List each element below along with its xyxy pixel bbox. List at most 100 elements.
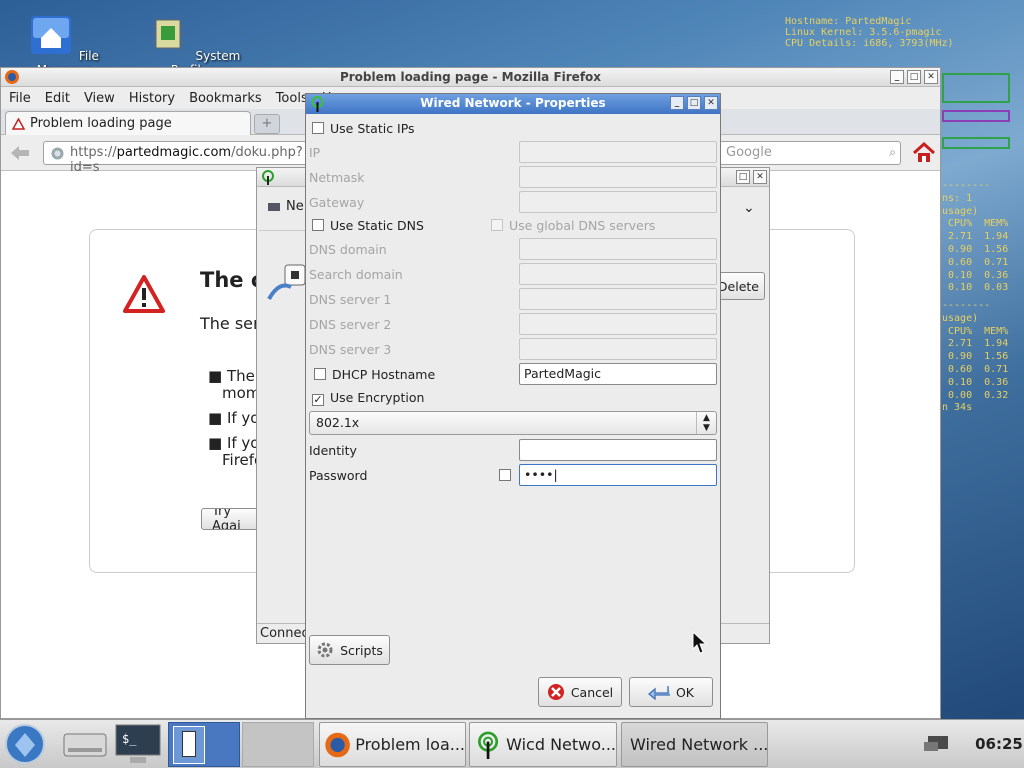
use-global-dns-label: Use global DNS servers <box>509 218 656 233</box>
delete-button[interactable]: Delete <box>718 272 765 300</box>
menu-file[interactable]: File <box>9 91 31 106</box>
start-menu-icon[interactable] <box>3 723 47 766</box>
updown-arrow-icon: ▲ ▼ <box>696 412 716 434</box>
use-encryption-checkbox[interactable]: ✓ Use Encryption <box>312 390 424 406</box>
maximize-icon[interactable]: □ <box>687 96 701 110</box>
status-text: Connec <box>260 626 309 641</box>
home-icon[interactable] <box>912 142 936 164</box>
conky-hostname: Hostname: PartedMagic <box>785 16 912 27</box>
network-label: Ne <box>286 199 304 214</box>
menu-bookmarks[interactable]: Bookmarks <box>189 91 262 106</box>
url-host: partedmagic.com <box>116 145 232 160</box>
workspace-2[interactable] <box>242 722 314 767</box>
search-domain-field[interactable] <box>519 263 717 285</box>
password-field[interactable]: ••••| <box>519 464 717 486</box>
menu-view[interactable]: View <box>84 91 115 106</box>
dns-server-3-label: DNS server 3 <box>309 342 392 357</box>
maximize-icon[interactable]: □ <box>907 70 921 84</box>
dns-server-2-field[interactable] <box>519 313 717 335</box>
identity-label: Identity <box>309 443 357 458</box>
close-icon[interactable]: ✕ <box>704 96 718 110</box>
use-global-dns-checkbox[interactable]: Use global DNS servers <box>491 218 655 233</box>
menu-edit[interactable]: Edit <box>45 91 70 106</box>
workspace-switcher[interactable] <box>168 722 240 767</box>
conky-kernel: Linux Kernel: 3.5.6-pmagic <box>785 27 942 38</box>
dialog-titlebar[interactable]: Wired Network - Properties _ □ ✕ <box>306 94 720 114</box>
tab-label: Problem loading page <box>30 116 172 131</box>
ok-button[interactable]: OK <box>629 677 713 707</box>
chip-icon <box>151 19 184 49</box>
try-again-button[interactable]: Try Agai <box>201 508 261 530</box>
dhcp-hostname-checkbox[interactable]: DHCP Hostname <box>314 367 435 382</box>
maximize-icon[interactable]: □ <box>736 170 750 184</box>
new-tab-button[interactable]: + <box>254 114 280 134</box>
checkbox-unchecked[interactable] <box>312 122 324 134</box>
dns-server-3-field[interactable] <box>519 338 717 360</box>
ip-field[interactable] <box>519 141 717 163</box>
firefox-titlebar[interactable]: Problem loading page - Mozilla Firefox _… <box>1 68 940 87</box>
task-label: Wicd Netwo... <box>506 735 616 754</box>
drive-icon[interactable] <box>62 728 108 760</box>
identity-field[interactable] <box>519 439 717 461</box>
clock[interactable]: 06:25 <box>974 722 1024 767</box>
wicd-antenna-icon <box>311 96 324 112</box>
text-cursor: | <box>553 467 558 482</box>
netmask-label: Netmask <box>309 170 365 185</box>
tab-problem-loading[interactable]: Problem loading page <box>5 111 251 135</box>
wicd-antenna-icon <box>478 731 499 759</box>
dns-server-1-field[interactable] <box>519 288 717 310</box>
gateway-field[interactable] <box>519 191 717 213</box>
terminal-icon[interactable]: $_ <box>114 723 162 765</box>
dns-domain-field[interactable] <box>519 238 717 260</box>
enter-arrow-icon <box>647 686 670 700</box>
use-static-dns-checkbox[interactable]: Use Static DNS <box>312 218 424 233</box>
ok-label: OK <box>675 684 695 700</box>
firefox-icon <box>5 70 19 84</box>
wired-connection-icon <box>267 264 306 301</box>
minimize-icon[interactable]: _ <box>670 96 684 110</box>
search-icon[interactable]: ⌕ <box>889 145 896 160</box>
checkbox-unchecked[interactable] <box>312 219 324 231</box>
dns-server-2-label: DNS server 2 <box>309 317 392 332</box>
task-label: Wired Network ... <box>630 735 768 754</box>
netmask-field[interactable] <box>519 166 717 188</box>
scripts-button[interactable]: Scripts <box>309 635 390 665</box>
gear-icon <box>317 642 333 658</box>
cancel-button[interactable]: Cancel <box>538 677 622 707</box>
search-placeholder: Google <box>726 145 772 160</box>
show-password-checkbox[interactable] <box>499 469 511 481</box>
menu-tools[interactable]: Tools <box>276 91 308 106</box>
use-encryption-label: Use Encryption <box>330 390 425 405</box>
firefox-icon <box>325 732 350 757</box>
task-wicd[interactable]: Wicd Netwo... <box>469 722 617 767</box>
cancel-label: Cancel <box>570 684 614 700</box>
menu-history[interactable]: History <box>129 91 175 106</box>
network-icon <box>268 202 280 211</box>
close-icon[interactable]: ✕ <box>924 70 938 84</box>
checkbox-disabled[interactable] <box>491 219 503 231</box>
encryption-type-value: 802.1x <box>316 415 360 430</box>
search-bar[interactable]: Google ⌕ <box>719 141 901 165</box>
back-arrow-icon[interactable] <box>11 146 29 160</box>
warning-icon <box>12 117 25 130</box>
checkmark-icon[interactable]: ✓ <box>312 394 324 406</box>
task-firefox[interactable]: Problem loa... <box>319 722 466 767</box>
encryption-type-select[interactable]: 802.1x ▲ ▼ <box>309 411 717 435</box>
url-bar[interactable]: https://partedmagic.com/doku.php?id=s <box>43 141 311 175</box>
dialog-title: Wired Network - Properties <box>420 96 606 110</box>
scripts-label: Scripts <box>340 642 383 658</box>
dhcp-hostname-field[interactable]: PartedMagic <box>519 363 717 385</box>
use-static-ips-checkbox[interactable]: Use Static IPs <box>312 121 415 136</box>
task-wired-network[interactable]: Wired Network ... <box>621 722 768 767</box>
password-label: Password <box>309 468 368 483</box>
password-value: •••• <box>524 467 554 482</box>
minimize-icon[interactable]: _ <box>890 70 904 84</box>
chevron-down-icon[interactable]: ⌄ <box>743 200 755 216</box>
checkbox-unchecked[interactable] <box>314 368 326 380</box>
workspace-1[interactable] <box>173 726 205 764</box>
error-warning-icon <box>123 275 165 313</box>
wired-network-row: Ne <box>267 199 304 214</box>
use-static-dns-label: Use Static DNS <box>330 218 424 233</box>
network-tray-icon[interactable] <box>922 732 954 756</box>
close-icon[interactable]: ✕ <box>753 170 767 184</box>
